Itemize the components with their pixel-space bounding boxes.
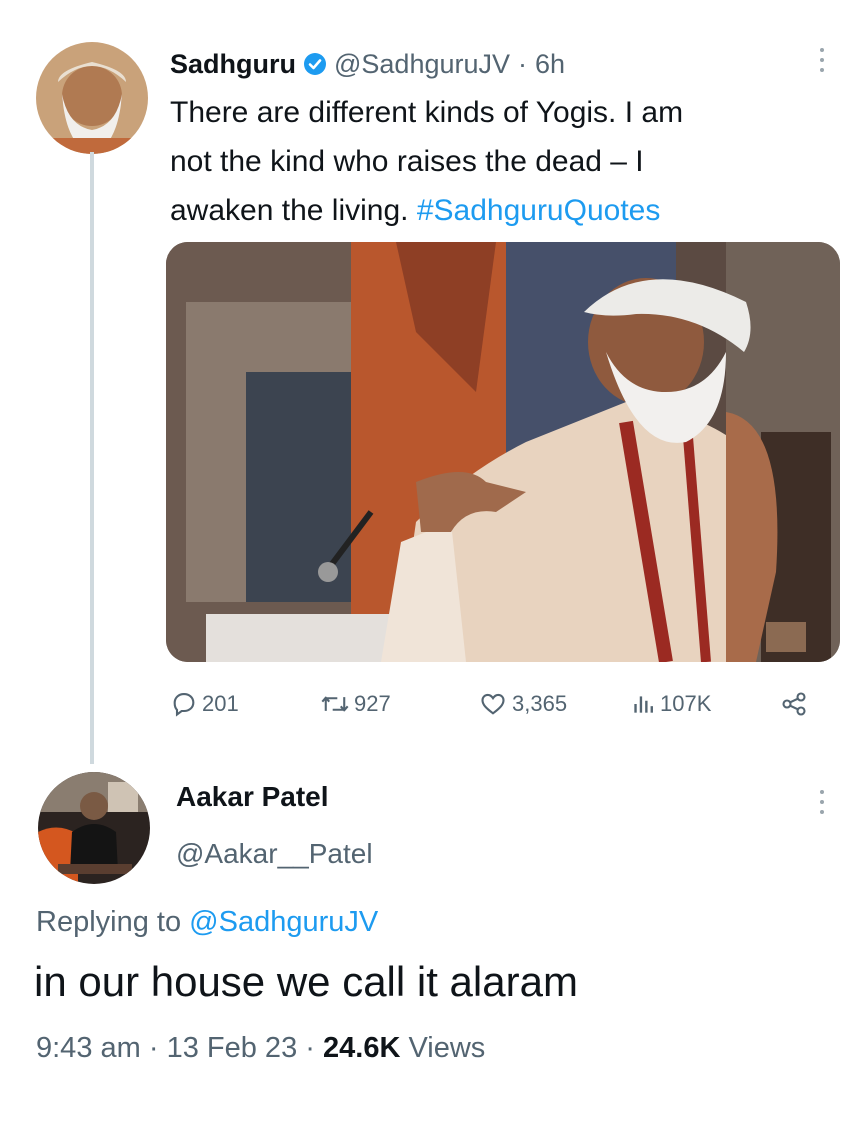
tweet-text-line: awaken the living. [170, 194, 409, 227]
views-count: 107K [660, 691, 712, 716]
reply-action[interactable]: 201 [170, 684, 239, 724]
hashtag-link[interactable]: #SadhguruQuotes [417, 194, 661, 227]
tweet-actions-bar: 201 927 3,365 107K [170, 684, 830, 724]
reply-count: 201 [202, 691, 239, 716]
heart-icon [481, 693, 505, 715]
verified-badge-icon [303, 52, 327, 76]
tweet-text-line: not the kind who raises the dead – I [170, 145, 644, 178]
reply-author-name[interactable]: Aakar Patel [176, 781, 329, 813]
reply-views-label: Views [408, 1032, 486, 1064]
views-chart-icon [634, 696, 653, 713]
reply-time[interactable]: 9:43 am [36, 1032, 141, 1064]
share-icon [782, 692, 806, 716]
views-action[interactable]: 107K [630, 684, 711, 724]
reply-date[interactable]: 13 Feb 23 [167, 1032, 298, 1064]
reply-views-count: 24.6K [323, 1032, 401, 1064]
like-count: 3,365 [512, 691, 568, 716]
aakar-patel-avatar[interactable] [38, 772, 150, 884]
replying-to-prefix: Replying to [36, 906, 182, 938]
sadhguru-photo [166, 242, 840, 662]
retweet-icon [321, 696, 349, 712]
tweet-more-options-icon[interactable] [818, 48, 826, 74]
tweet-text-line: There are different kinds of Yogis. I am [170, 96, 684, 129]
tweet-time[interactable]: 6h [535, 49, 565, 80]
tweet-media-image[interactable] [166, 242, 840, 662]
replying-to-line: Replying to @SadhguruJV [36, 906, 378, 939]
meta-separator: · [148, 1032, 159, 1064]
reply-author-handle[interactable]: @Aakar__Patel [176, 838, 373, 870]
like-action[interactable]: 3,365 [478, 684, 567, 724]
reply-metadata: 9:43 am · 13 Feb 23 · 24.6K Views [36, 1032, 485, 1065]
thread-connector-line [90, 152, 94, 764]
reply-icon [173, 693, 195, 717]
header-separator: · [518, 48, 528, 79]
meta-separator: · [305, 1032, 315, 1064]
share-action[interactable] [780, 684, 812, 724]
reply-text: in our house we call it alaram [34, 958, 578, 1005]
retweet-count: 927 [354, 691, 391, 716]
tweet-author-name[interactable]: Sadhguru [170, 49, 296, 80]
reply-more-options-icon[interactable] [818, 790, 826, 816]
replying-to-mention[interactable]: @SadhguruJV [189, 906, 378, 938]
tweet-author-handle[interactable]: @SadhguruJV [334, 49, 510, 80]
sadhguru-avatar[interactable] [36, 42, 148, 154]
tweet-header: Sadhguru @SadhguruJV · 6h [170, 44, 565, 84]
tweet-text: There are different kinds of Yogis. I am… [170, 88, 820, 235]
retweet-action[interactable]: 927 [320, 684, 391, 724]
